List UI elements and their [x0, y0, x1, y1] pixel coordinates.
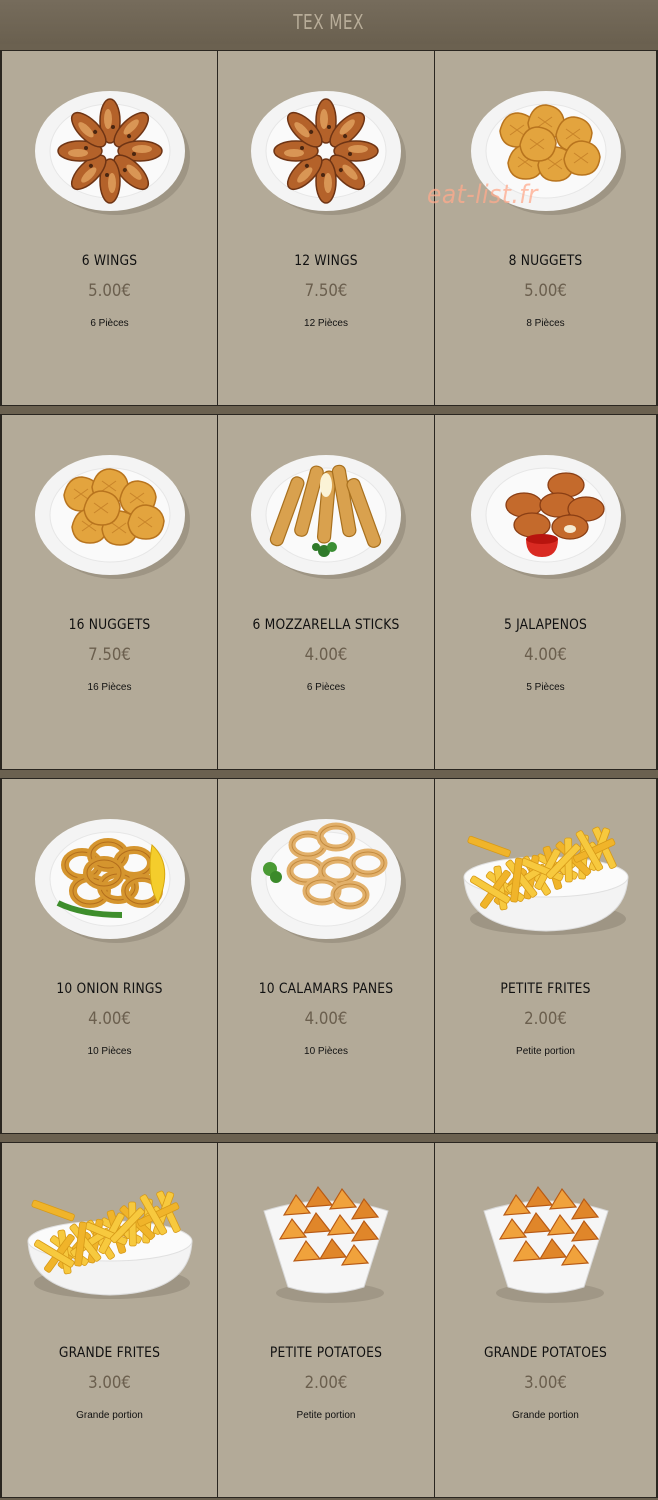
- calamari-plate-image: [218, 807, 434, 957]
- item-name: GRANDE POTATOES: [483, 1345, 608, 1361]
- menu-row: 16 NUGGETS 7.50€ 16 Pièces 6 MOZZARELLA …: [0, 414, 658, 770]
- menu-item-card[interactable]: GRANDE FRITES 3.00€ Grande portion: [0, 1143, 217, 1497]
- nuggets-plate-image: [2, 443, 217, 593]
- item-price: 7.50€: [304, 281, 348, 301]
- item-name: 5 JALAPENOS: [503, 617, 588, 633]
- item-description: Grande portion: [76, 1410, 143, 1421]
- jalapenos-plate-image: [435, 443, 656, 593]
- item-description: 6 Pièces: [90, 318, 129, 329]
- item-price: 4.00€: [304, 1009, 348, 1029]
- item-name: 6 WINGS: [81, 253, 138, 269]
- item-description: Grande portion: [512, 1410, 579, 1421]
- item-price: 4.00€: [304, 645, 348, 665]
- menu-item-card[interactable]: PETITE FRITES 2.00€ Petite portion: [434, 779, 658, 1133]
- item-price: 2.00€: [524, 1009, 567, 1029]
- potatoes-bowl-image: [435, 1171, 656, 1321]
- item-name: 8 NUGGETS: [508, 253, 583, 269]
- item-name: PETITE FRITES: [500, 981, 591, 997]
- item-description: Petite portion: [296, 1410, 356, 1421]
- onion-rings-plate-image: [2, 807, 217, 957]
- item-description: 10 Pièces: [304, 1046, 348, 1057]
- item-name: 10 CALAMARS PANES: [258, 981, 394, 997]
- menu-row: 6 WINGS 5.00€ 6 Pièces 12 WINGS 7.50€ 12…: [0, 50, 658, 406]
- item-description: 5 Pièces: [526, 682, 565, 693]
- item-name: 6 MOZZARELLA STICKS: [252, 617, 400, 633]
- menu-item-card[interactable]: 16 NUGGETS 7.50€ 16 Pièces: [0, 415, 217, 769]
- item-description: 16 Pièces: [87, 682, 132, 693]
- item-description: 12 Pièces: [304, 318, 348, 329]
- menu-item-card[interactable]: 10 CALAMARS PANES 4.00€ 10 Pièces: [217, 779, 434, 1133]
- menu-item-card[interactable]: 8 NUGGETS 5.00€ 8 Pièces: [434, 51, 658, 405]
- item-name: 12 WINGS: [294, 253, 358, 269]
- menu-item-card[interactable]: 5 JALAPENOS 4.00€ 5 Pièces: [434, 415, 658, 769]
- item-description: Petite portion: [516, 1046, 575, 1057]
- item-name: GRANDE FRITES: [58, 1345, 161, 1361]
- menu-item-card[interactable]: GRANDE POTATOES 3.00€ Grande portion: [434, 1143, 658, 1497]
- item-name: 16 NUGGETS: [68, 617, 151, 633]
- item-price: 5.00€: [524, 281, 567, 301]
- fries-bowl-image: [2, 1171, 217, 1321]
- item-name: 10 ONION RINGS: [56, 981, 163, 997]
- menu-item-card[interactable]: 6 MOZZARELLA STICKS 4.00€ 6 Pièces: [217, 415, 434, 769]
- item-description: 8 Pièces: [526, 318, 565, 329]
- menu-header: TEX MEX: [0, 0, 658, 44]
- item-price: 2.00€: [304, 1373, 348, 1393]
- mozzarella-sticks-plate-image: [218, 443, 434, 593]
- menu-row: GRANDE FRITES 3.00€ Grande portion PETIT…: [0, 1142, 658, 1498]
- menu-item-card[interactable]: 12 WINGS 7.50€ 12 Pièces: [217, 51, 434, 405]
- menu-item-card[interactable]: PETITE POTATOES 2.00€ Petite portion: [217, 1143, 434, 1497]
- item-price: 5.00€: [88, 281, 131, 301]
- menu-row: 10 ONION RINGS 4.00€ 10 Pièces 10 CALAMA…: [0, 778, 658, 1134]
- wings-plate-image: [218, 79, 434, 229]
- potatoes-bowl-image: [218, 1171, 434, 1321]
- menu-item-card[interactable]: 6 WINGS 5.00€ 6 Pièces: [0, 51, 217, 405]
- item-description: 6 Pièces: [306, 682, 346, 693]
- item-price: 7.50€: [88, 645, 131, 665]
- item-price: 3.00€: [88, 1373, 131, 1393]
- item-price: 4.00€: [524, 645, 567, 665]
- section-title: TEX MEX: [293, 10, 365, 34]
- menu-item-card[interactable]: 10 ONION RINGS 4.00€ 10 Pièces: [0, 779, 217, 1133]
- watermark: eat-list.fr: [427, 180, 538, 210]
- item-name: PETITE POTATOES: [269, 1345, 383, 1361]
- wings-plate-image: [2, 79, 217, 229]
- item-description: 10 Pièces: [87, 1046, 132, 1057]
- item-price: 4.00€: [88, 1009, 131, 1029]
- fries-bowl-image: [435, 807, 656, 957]
- item-price: 3.00€: [524, 1373, 567, 1393]
